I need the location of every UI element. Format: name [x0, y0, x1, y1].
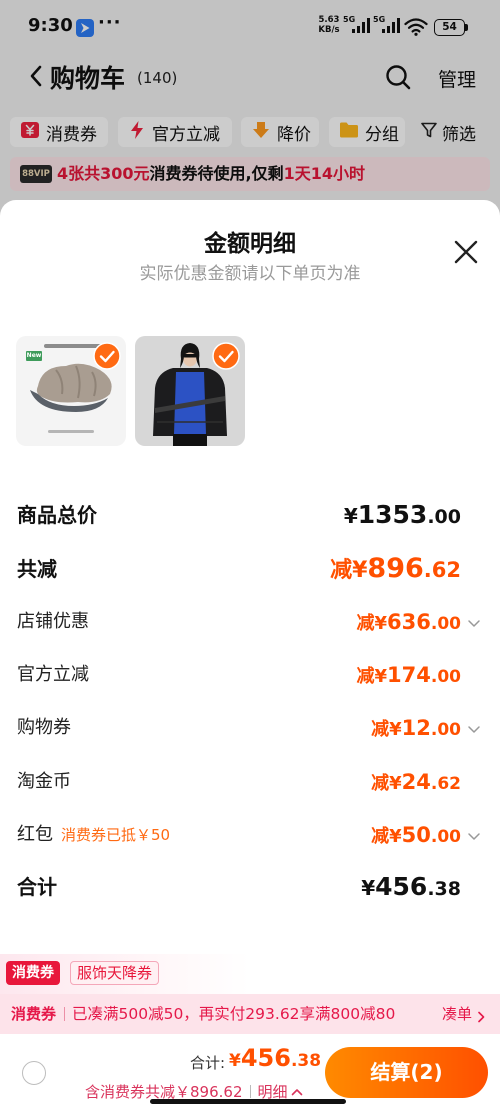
row-value-decimal: .62 — [430, 774, 461, 794]
row-value-decimal: .00 — [430, 720, 461, 740]
row-value-integer: 174 — [387, 663, 431, 687]
row-label: 商品总价 — [17, 503, 97, 527]
row-value: 减¥896.62 — [330, 549, 461, 592]
row-red-packet[interactable]: 红包 消费券已抵￥50 减¥50.00 — [0, 815, 500, 855]
row-value: 减¥174.00 — [357, 655, 462, 697]
row-store-discount[interactable]: 店铺优惠 减¥636.00 — [0, 602, 500, 642]
checkout-button[interactable]: 结算(2) — [325, 1047, 488, 1098]
product-thumbnail[interactable] — [135, 336, 245, 446]
selected-check-icon[interactable] — [93, 342, 121, 370]
row-value-currency: ¥ — [389, 719, 402, 740]
row-value-integer: 896 — [367, 553, 424, 584]
chevron-right-icon[interactable] — [476, 1008, 486, 1027]
row-taojinbi: 淘金币 减¥24.62 — [0, 762, 500, 802]
row-value-integer: 24 — [401, 770, 431, 794]
coupon-tags: 消费券 服饰天降券 — [0, 954, 500, 994]
total-label: 合计: — [190, 1054, 226, 1072]
new-badge: New — [26, 351, 42, 361]
row-value-decimal: .38 — [427, 878, 461, 900]
row-label: 购物券 — [17, 717, 71, 738]
row-label: 红包 — [17, 824, 53, 845]
row-value-integer: 1353 — [357, 500, 428, 529]
chevron-down-icon[interactable] — [467, 828, 481, 842]
total-currency: ¥ — [229, 1051, 241, 1071]
row-shopping-voucher[interactable]: 购物券 减¥12.00 — [0, 708, 500, 748]
add-items-link[interactable]: 凑单 — [442, 994, 472, 1034]
row-value-decimal: .00 — [427, 506, 461, 528]
row-total-discount: 共减 减¥896.62 — [0, 549, 500, 589]
row-value-currency: ¥ — [374, 613, 388, 634]
coupon-tag[interactable]: 消费券 — [6, 961, 60, 985]
row-value-currency: ¥ — [389, 773, 402, 794]
row-value-prefix: 减 — [371, 719, 390, 740]
row-value-prefix: 减 — [356, 666, 375, 687]
row-value-prefix: 减 — [371, 773, 390, 794]
chevron-down-icon[interactable] — [467, 721, 481, 735]
total-integer: 456 — [240, 1044, 291, 1072]
row-value: 减¥50.00 — [371, 815, 461, 857]
select-all-checkbox[interactable] — [22, 1061, 46, 1085]
row-value-decimal: .00 — [430, 614, 461, 634]
row-official-discount: 官方立减 减¥174.00 — [0, 655, 500, 695]
row-value-integer: 456 — [375, 872, 428, 901]
chevron-down-icon[interactable] — [467, 615, 481, 629]
row-label: 店铺优惠 — [17, 611, 89, 632]
row-value-decimal: .62 — [423, 558, 461, 582]
chevron-up-icon — [291, 1087, 303, 1097]
sheet-title: 金额明细 — [204, 231, 296, 257]
selected-check-icon[interactable] — [212, 342, 240, 370]
row-value-currency: ¥ — [389, 826, 402, 847]
row-value: 减¥636.00 — [357, 602, 462, 644]
promo-text: 已凑满500减50，再实付293.62享满800减80 — [72, 1005, 396, 1023]
apparel-coupon-tag[interactable]: 服饰天降券 — [70, 961, 160, 985]
row-value: 减¥24.62 — [371, 762, 461, 804]
close-icon[interactable] — [454, 240, 478, 264]
promo-tag: 消费券 — [11, 1005, 57, 1023]
total-price: ¥456.38 — [229, 1044, 321, 1072]
row-value-integer: 12 — [401, 716, 431, 740]
row-value-prefix: 减 — [371, 826, 390, 847]
home-indicator[interactable] — [150, 1099, 346, 1104]
row-value-currency: ¥ — [361, 876, 376, 900]
row-grand-total: 合计 ¥456.38 — [0, 867, 500, 907]
row-value: ¥1353.00 — [344, 495, 461, 538]
row-label: 淘金币 — [17, 771, 71, 792]
row-note: 消费券已抵￥50 — [61, 826, 171, 844]
coupon-promo-bar[interactable]: 消费券 已凑满500减50，再实付293.62享满800减80 凑单 — [0, 994, 500, 1034]
product-thumbnail[interactable]: New — [16, 336, 126, 446]
row-value-decimal: .00 — [430, 667, 461, 687]
row-label: 官方立减 — [17, 664, 89, 685]
total-decimal: .38 — [290, 1051, 322, 1071]
row-value-currency: ¥ — [352, 558, 368, 583]
sheet-subtitle: 实际优惠金额请以下单页为准 — [139, 264, 361, 284]
row-value-currency: ¥ — [343, 504, 358, 528]
row-value: ¥456.38 — [361, 867, 461, 910]
row-label: 合计 — [17, 875, 57, 899]
row-value-currency: ¥ — [374, 666, 388, 687]
row-value-prefix: 减 — [356, 613, 375, 634]
row-value: 减¥12.00 — [371, 708, 461, 750]
row-label: 共减 — [17, 557, 57, 581]
row-value-prefix: 减 — [330, 558, 353, 583]
row-value-integer: 636 — [387, 610, 431, 634]
promo-divider — [64, 1007, 65, 1021]
divider — [249, 1085, 251, 1098]
row-label-group: 红包 消费券已抵￥50 — [17, 815, 170, 855]
row-value-integer: 50 — [401, 823, 431, 847]
row-subtotal: 商品总价 ¥1353.00 — [0, 495, 500, 535]
row-value-decimal: .00 — [430, 827, 461, 847]
